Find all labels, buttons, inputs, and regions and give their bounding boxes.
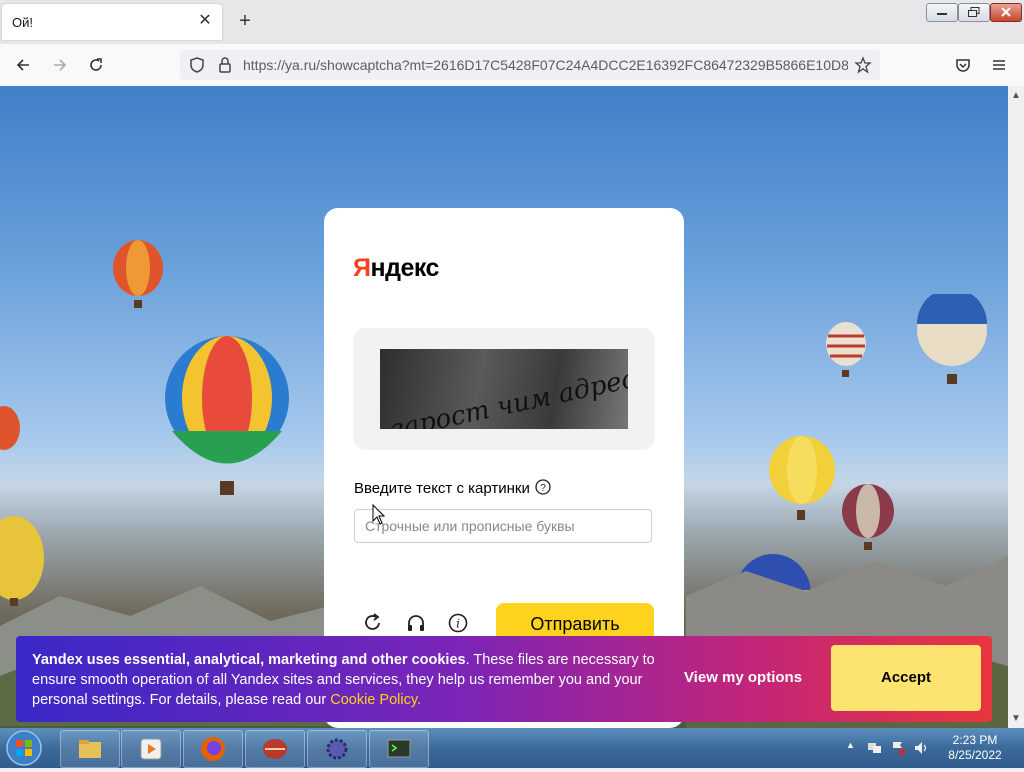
captcha-container: зарост чим адрес у — [353, 328, 655, 450]
star-icon[interactable] — [854, 56, 872, 74]
taskbar: ▲ 2:23 PM 8/25/2022 — [0, 728, 1024, 768]
svg-text:?: ? — [540, 483, 546, 494]
scroll-up-icon[interactable]: ▲ — [1011, 90, 1021, 101]
taskbar-explorer[interactable] — [60, 730, 120, 768]
headphones-icon — [408, 615, 424, 631]
balloon-illustration — [769, 436, 835, 520]
menu-icon — [993, 60, 1005, 70]
volume-icon[interactable] — [913, 740, 929, 756]
captcha-image: зарост чим адрес у — [380, 349, 628, 429]
close-window-button[interactable] — [990, 3, 1022, 22]
app-icon — [263, 739, 287, 759]
clock-date: 8/25/2022 — [948, 748, 1002, 762]
network-icon[interactable] — [866, 740, 882, 756]
url-bar[interactable]: https://ya.ru/showcaptcha?mt=2616D17C542… — [180, 50, 880, 80]
view-options-button[interactable]: View my options — [674, 662, 812, 694]
tab-title: Ой! — [12, 15, 33, 30]
windows-start-icon — [6, 730, 42, 766]
refresh-captcha-button[interactable] — [362, 612, 388, 638]
browser-tab[interactable]: Ой! ✕ — [2, 4, 222, 40]
firefox-icon — [201, 737, 225, 761]
balloon-illustration — [0, 406, 20, 450]
media-player-icon — [140, 738, 162, 760]
lock-icon[interactable] — [216, 56, 234, 74]
balloon-illustration — [917, 294, 987, 384]
show-hidden-icons-icon[interactable]: ▲ — [846, 740, 855, 750]
terminal-icon — [387, 739, 411, 758]
back-icon — [16, 59, 29, 71]
gear-icon — [326, 738, 348, 760]
captcha-image-text: зарост чим адрес у — [387, 359, 628, 429]
pocket-button[interactable] — [950, 52, 976, 78]
cookie-policy-link[interactable]: Cookie Policy. — [330, 692, 421, 708]
captcha-prompt: Введите текст с картинки — [354, 480, 530, 497]
app-menu-button[interactable] — [986, 52, 1012, 78]
reload-icon — [90, 58, 102, 71]
new-tab-button[interactable]: + — [234, 10, 256, 32]
start-button[interactable] — [4, 729, 44, 767]
minimize-icon — [937, 13, 947, 15]
info-icon: i — [448, 613, 468, 633]
tab-strip: Ой! ✕ + — [0, 0, 1024, 44]
folder-icon — [79, 740, 101, 758]
restore-icon — [968, 7, 980, 17]
forward-button[interactable] — [47, 52, 73, 78]
system-clock[interactable]: 2:23 PM 8/25/2022 — [944, 733, 1006, 763]
forward-icon — [54, 59, 67, 71]
balloon-illustration — [165, 336, 289, 495]
page-content: Яндекс зарост чим адрес у Введите текст … — [0, 86, 1008, 728]
yandex-logo: Яндекс — [353, 254, 439, 282]
navigation-bar: https://ya.ru/showcaptcha?mt=2616D17C542… — [0, 44, 1024, 87]
tab-close-icon[interactable]: ✕ — [196, 12, 214, 30]
cookie-banner-text: Yandex uses essential, analytical, marke… — [32, 652, 655, 708]
taskbar-media-player[interactable] — [121, 730, 181, 768]
action-center-icon[interactable] — [890, 740, 906, 756]
taskbar-app-red[interactable] — [245, 730, 305, 768]
accept-cookies-button[interactable]: Accept — [831, 645, 981, 711]
url-text[interactable]: https://ya.ru/showcaptcha?mt=2616D17C542… — [243, 57, 848, 73]
reload-button[interactable] — [83, 52, 109, 78]
captcha-info-button[interactable]: i — [447, 612, 473, 638]
cookie-banner: Yandex uses essential, analytical, marke… — [16, 636, 992, 722]
pocket-icon — [956, 59, 970, 72]
refresh-icon — [365, 613, 380, 630]
balloon-illustration — [826, 322, 866, 377]
scroll-down-icon[interactable]: ▼ — [1011, 713, 1021, 724]
vertical-scrollbar[interactable]: ▲ ▼ — [1008, 86, 1024, 728]
clock-time: 2:23 PM — [952, 733, 998, 747]
taskbar-firefox[interactable] — [183, 730, 243, 768]
help-icon[interactable]: ? — [535, 479, 551, 495]
shield-icon[interactable] — [188, 56, 206, 74]
balloon-illustration — [113, 240, 163, 308]
svg-text:i: i — [456, 617, 460, 631]
minimize-button[interactable] — [926, 3, 958, 22]
back-button[interactable] — [10, 52, 36, 78]
audio-captcha-button[interactable] — [405, 612, 431, 638]
mouse-cursor-icon — [372, 504, 386, 525]
close-icon — [1001, 7, 1011, 17]
taskbar-app-gear[interactable] — [307, 730, 367, 768]
taskbar-app-terminal[interactable] — [369, 730, 429, 768]
maximize-button[interactable] — [958, 3, 990, 22]
captcha-answer-input[interactable] — [354, 509, 652, 543]
